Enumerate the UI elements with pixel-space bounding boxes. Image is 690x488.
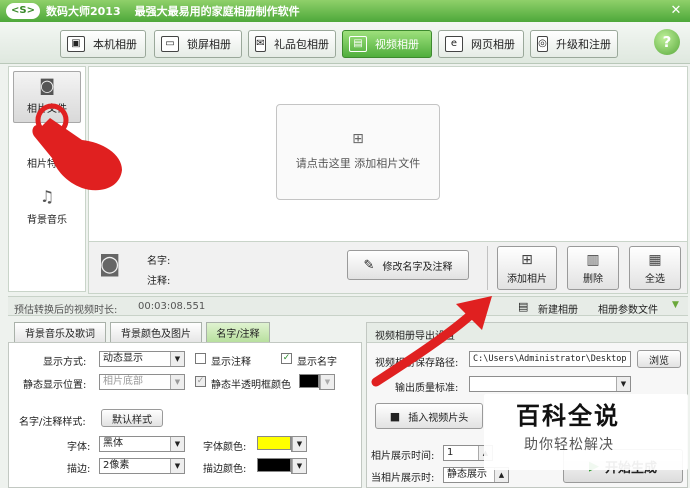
note-label: 注释:: [147, 276, 171, 287]
chevron-down-icon: ▼: [170, 437, 184, 451]
semi-frame-color-dropdown[interactable]: ▼: [319, 374, 335, 390]
chevron-down-icon: ▼: [292, 437, 306, 451]
add-image-icon: ⊞: [521, 251, 533, 268]
status-bar: 预估转换后的视频时长: 00:03:08.551 ▤ 新建相册 相册参数文件 ▼: [8, 296, 688, 316]
delete-button[interactable]: ▥ 删除: [567, 246, 619, 290]
display-mode-select[interactable]: 动态显示 ▼: [99, 351, 185, 367]
font-label: 字体:: [67, 442, 91, 453]
photo-icon: ▣: [67, 36, 85, 52]
tab-label: 升级和注册: [556, 38, 611, 51]
static-position-select[interactable]: 相片底部 ▼: [99, 374, 185, 390]
help-button[interactable]: ?: [654, 29, 680, 55]
main-tab-bar: ▣ 本机相册 ▭ 锁屏相册 ✉ 礼品包相册 ▤ 视频相册 e 网页相册 ◎ 升级…: [0, 22, 690, 64]
add-image-icon: ⊞: [352, 131, 364, 147]
edit-icon: ✎: [363, 257, 375, 273]
tab-label: 本机相册: [93, 38, 137, 51]
watermark: 百科全说 助你轻松解决: [484, 394, 688, 470]
tab-gift-album[interactable]: ✉ 礼品包相册: [248, 30, 336, 58]
stroke-color-dropdown[interactable]: ▼: [291, 458, 307, 474]
show-note-checkbox[interactable]: [195, 353, 206, 364]
video-camera-icon: ■: [389, 409, 401, 423]
static-semi-frame-checkbox[interactable]: ✓: [195, 376, 206, 387]
tab-label: 礼品包相册: [274, 38, 329, 51]
show-name-label: 显示名字: [297, 357, 337, 368]
globe-icon: ◎: [537, 36, 548, 52]
photo-list-area[interactable]: ⊞ 请点击这里 添加相片文件: [88, 66, 688, 242]
chevron-down-icon: ▼: [616, 377, 630, 391]
browser-icon: e: [445, 36, 463, 52]
tab-web-album[interactable]: e 网页相册: [438, 30, 524, 58]
font-color-swatch[interactable]: [257, 436, 291, 450]
document-icon: ▤: [518, 300, 529, 313]
app-slogan: 最强大最易用的家庭相册制作软件: [134, 5, 300, 18]
watermark-title: 百科全说: [516, 402, 620, 430]
camera-icon: ◙: [39, 76, 55, 95]
display-mode-label: 显示方式:: [43, 357, 87, 368]
tab-background-music-lyrics[interactable]: 背景音乐及歌词: [14, 322, 106, 342]
dropzone-text: 请点击这里 添加相片文件: [295, 157, 421, 170]
film-icon: ▤: [349, 36, 367, 52]
chevron-down-icon: ▼: [170, 375, 184, 389]
font-color-dropdown[interactable]: ▼: [291, 436, 307, 452]
select-all-button[interactable]: ▦ 全选: [629, 246, 681, 290]
stroke-color-label: 描边颜色:: [203, 464, 247, 475]
browse-button[interactable]: 浏览: [637, 350, 681, 368]
close-icon[interactable]: ✕: [668, 3, 684, 19]
nav-label: 背景音乐: [27, 215, 67, 226]
when-shown-label: 当相片展示时:: [371, 473, 435, 484]
tab-lockscreen-album[interactable]: ▭ 锁屏相册: [154, 30, 242, 58]
style-label: 名字/注释样式:: [19, 417, 86, 428]
name-label: 名字:: [147, 256, 171, 267]
chevron-down-icon[interactable]: ▼: [672, 300, 679, 310]
app-title: 数码大师2013: [46, 5, 121, 18]
grid-icon: ▦: [648, 251, 662, 268]
chevron-down-icon: ▼: [320, 375, 334, 389]
pointing-hand-icon: [32, 103, 122, 191]
watermark-subtitle: 助你轻松解决: [524, 437, 614, 453]
tab-local-album[interactable]: ▣ 本机相册: [60, 30, 146, 58]
camera-icon: ◙: [99, 252, 121, 277]
trash-icon: ▥: [586, 251, 600, 268]
monitor-icon: ▭: [161, 36, 179, 52]
annotation-arrow: [371, 296, 492, 387]
duration-label: 预估转换后的视频时长:: [14, 305, 118, 316]
stroke-label: 描边:: [67, 464, 91, 475]
tab-label: 锁屏相册: [187, 38, 231, 51]
app-logo: <S>: [6, 3, 40, 19]
tab-label: 视频相册: [375, 38, 419, 51]
separator: [487, 246, 488, 290]
stroke-select[interactable]: 2像素 ▼: [99, 458, 185, 474]
chevron-down-icon: ▼: [170, 352, 184, 366]
tab-video-album[interactable]: ▤ 视频相册: [342, 30, 432, 58]
stroke-color-swatch[interactable]: [257, 458, 291, 472]
photo-info-bar: ◙ 名字: 注释: ✎ 修改名字及注释 ⊞ 添加相片 ▥ 删除 ▦ 全选: [88, 242, 688, 294]
name-note-settings-panel: 显示方式: 动态显示 ▼ 显示注释 ✓ 显示名字 静态显示位置: 相片底部 ▼ ✓ …: [8, 342, 362, 488]
tab-label: 网页相册: [471, 38, 515, 51]
tab-upgrade-register[interactable]: ◎ 升级和注册: [530, 30, 618, 58]
show-time-label: 相片展示时间:: [371, 451, 435, 462]
add-photo-dropzone[interactable]: ⊞ 请点击这里 添加相片文件: [276, 104, 440, 200]
new-album-button[interactable]: 新建相册: [538, 301, 578, 316]
tab-background-color-image[interactable]: 背景颜色及图片: [110, 322, 202, 342]
gift-icon: ✉: [255, 36, 266, 52]
static-semi-frame-label: 静态半透明框颜色: [211, 380, 291, 391]
chevron-down-icon: ▼: [292, 459, 306, 473]
font-color-label: 字体颜色:: [203, 442, 247, 453]
edit-name-note-button[interactable]: ✎ 修改名字及注释: [347, 250, 469, 280]
insert-video-header-button[interactable]: ■ 插入视频片头: [375, 403, 483, 429]
title-bar: <S> 数码大师2013 最强大最易用的家庭相册制作软件 ✕: [0, 0, 690, 22]
add-photo-button[interactable]: ⊞ 添加相片: [497, 246, 557, 290]
show-note-label: 显示注释: [211, 357, 251, 368]
chevron-down-icon: ▼: [170, 459, 184, 473]
static-position-label: 静态显示位置:: [23, 380, 87, 391]
show-name-checkbox[interactable]: ✓: [281, 353, 292, 364]
font-select[interactable]: 黑体 ▼: [99, 436, 185, 452]
tab-name-note[interactable]: 名字/注释: [206, 322, 270, 342]
album-params-file-button[interactable]: 相册参数文件: [598, 301, 658, 316]
chevron-up-icon: ▲: [494, 468, 508, 482]
semi-frame-color-swatch[interactable]: [299, 374, 319, 388]
duration-value: 00:03:08.551: [138, 301, 206, 312]
default-style-button[interactable]: 默认样式: [101, 409, 163, 427]
